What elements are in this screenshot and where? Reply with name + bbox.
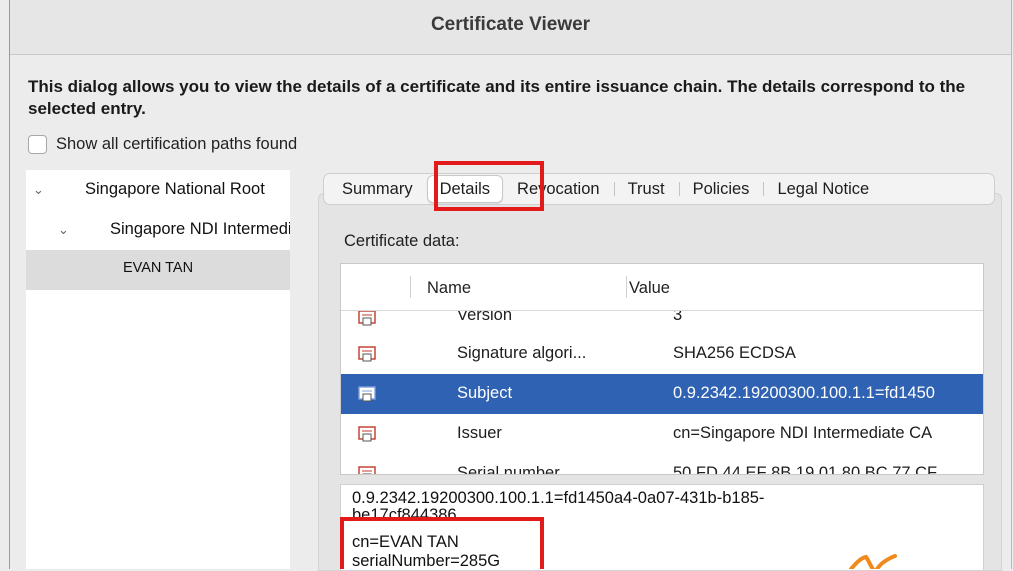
highlight-box-subject-value	[340, 517, 544, 569]
window-border-left	[9, 0, 10, 569]
table-row[interactable]: Serial number 50 FD 44 EF 8B 19 01 80 BC…	[341, 454, 983, 475]
field-value: 0.9.2342.19200300.100.1.1=fd1450	[673, 384, 935, 402]
field-name: Issuer	[457, 424, 502, 442]
logo-swoosh-icon	[849, 554, 897, 569]
show-all-paths-checkbox[interactable]	[28, 134, 47, 154]
field-name: Signature algori...	[457, 344, 587, 362]
chevron-down-icon[interactable]: ⌄	[33, 182, 44, 198]
tree-item-label: EVAN TAN	[122, 260, 194, 276]
certificate-field-icon	[358, 346, 376, 362]
column-header-name[interactable]: Name	[427, 279, 471, 298]
tab-trust[interactable]: Trust	[613, 174, 679, 204]
chevron-down-icon[interactable]: ⌄	[58, 222, 69, 238]
column-divider	[626, 276, 627, 298]
show-all-paths-label: Show all certification paths found	[56, 134, 298, 153]
window-border-right	[1011, 0, 1012, 569]
field-value: SHA256 ECDSA	[673, 344, 796, 362]
tab-policies[interactable]: Policies	[678, 174, 764, 204]
certificate-field-icon	[358, 310, 376, 326]
window-title: Certificate Viewer	[430, 14, 591, 35]
column-header-value[interactable]: Value	[629, 279, 670, 298]
table-row-selected[interactable]: Subject 0.9.2342.19200300.100.1.1=fd1450	[341, 374, 983, 414]
column-divider	[410, 276, 411, 298]
tab-bar: Summary Details Revocation Trust Policie…	[323, 173, 995, 205]
certificate-field-icon	[358, 466, 376, 474]
tree-item-root[interactable]: ⌄ Singapore National Root	[26, 170, 290, 210]
field-name: Serial number	[457, 464, 560, 475]
dialog-description: This dialog allows you to view the detai…	[28, 77, 966, 118]
highlight-box-details-tab	[434, 161, 544, 211]
certificate-fields-table[interactable]: Name Value Version 3 Signature algori...…	[340, 263, 984, 475]
field-name: Subject	[457, 384, 513, 402]
tree-item-evan-tan[interactable]: EVAN TAN	[26, 250, 290, 290]
show-all-paths-option[interactable]: Show all certification paths found	[28, 133, 297, 155]
field-value: 50 FD 44 EF 8B 19 01 80 BC 77 CF	[673, 464, 938, 475]
table-row[interactable]: Issuer cn=Singapore NDI Intermediate CA	[341, 414, 983, 454]
certificate-field-icon	[358, 426, 376, 442]
tab-summary[interactable]: Summary	[324, 174, 427, 204]
field-value: cn=Singapore NDI Intermediate CA	[673, 424, 933, 442]
tree-item-label: Singapore NDI Intermediate	[110, 220, 290, 238]
tab-legal-notice[interactable]: Legal Notice	[763, 174, 883, 204]
table-row[interactable]: Signature algori... SHA256 ECDSA	[341, 334, 983, 374]
tree-item-intermediate[interactable]: ⌄ Singapore NDI Intermediate	[26, 210, 290, 250]
certificate-data-label: Certificate data:	[344, 232, 460, 250]
certificate-chain-tree[interactable]: ⌄ Singapore National Root ⌄ Singapore ND…	[26, 170, 290, 569]
table-header: Name Value	[341, 264, 983, 311]
tree-item-label: Singapore National Root	[85, 180, 265, 198]
certificate-field-icon	[358, 386, 376, 402]
